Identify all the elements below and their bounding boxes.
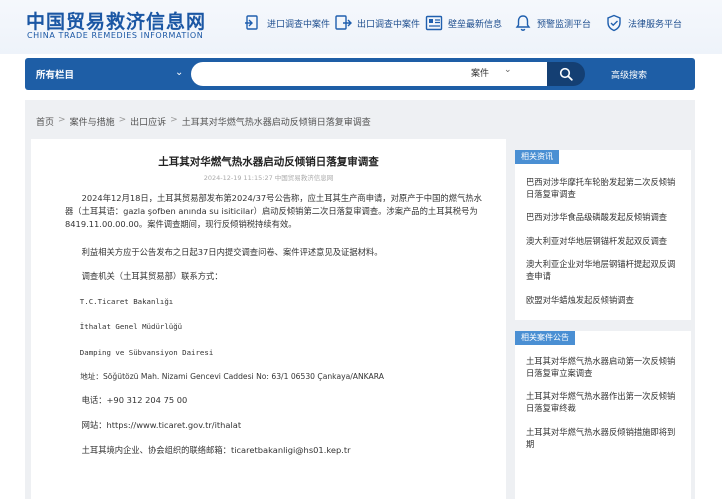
breadcrumb: 首页 > 案件与措施 > 出口应诉 > 土耳其对华燃气热水器启动反倾销日落复审调… [36,115,371,128]
chevron-down-icon[interactable]: ⌄ [175,67,183,78]
breadcrumb-current: 土耳其对华燃气热水器启动反倾销日落复审调查 [181,118,371,128]
site-logo-subtitle: CHINA TRADE REMEDIES INFORMATION [27,31,204,40]
nav-barrier-news[interactable]: 壁垒最新信息 [425,12,502,34]
article-paragraph: 土耳其境内企业、协会组织的联络邮箱：ticaretbakanligi@hs01.… [81,445,351,455]
breadcrumb-separator: > [118,115,127,125]
search-type-select[interactable]: 案件 [471,66,489,79]
search-bar: 所有栏目 ⌄ 案件 ⌄ 高级搜索 [25,58,695,90]
search-box: 案件 ⌄ [191,62,547,86]
nav-export-cases[interactable]: 出口调查中案件 [334,12,420,34]
column-filter[interactable]: 所有栏目 [36,67,74,81]
breadcrumb-separator: > [58,115,66,125]
shield-check-icon [605,14,623,32]
article-paragraph: 网站：https://www.ticaret.gov.tr/ithalat [81,420,242,430]
related-news-heading: 相关资讯 [515,150,559,164]
breadcrumb-cases[interactable]: 案件与措施 [70,115,115,128]
nav-import-cases[interactable]: 进口调查中案件 [244,12,330,34]
related-news-item[interactable]: 巴西对涉华食品级磷酸发起反倾销调查 [526,211,682,223]
search-input[interactable] [203,65,453,83]
breadcrumb-export-response[interactable]: 出口应诉 [130,115,166,128]
breadcrumb-home[interactable]: 首页 [36,115,54,128]
related-case-item[interactable]: 土耳其对华燃气热水器作出第一次反倾销日落复审终裁 [526,390,682,414]
related-cases-panel: 相关案件公告 土耳其对华燃气热水器启动第一次反倾销日落复审立案调查 土耳其对华燃… [515,331,691,499]
article-paragraph: T.C.Ticaret Bakanlığı [79,297,174,306]
article-panel: 土耳其对华燃气热水器启动反倾销日落复审调查 2024-12-19 11:15:2… [31,139,506,499]
related-news-item[interactable]: 欧盟对华蜡烛发起反倾销调查 [526,294,682,306]
nav-warning-platform-label: 预警监测平台 [537,19,592,30]
nav-import-cases-label: 进口调查中案件 [267,19,331,30]
site-header: 中国贸易救济信息网 CHINA TRADE REMEDIES INFORMATI… [0,0,722,54]
news-board-icon [425,14,443,32]
related-case-item[interactable]: 土耳其对华燃气热水器反倾销措施即将到期 [526,426,682,450]
site-logo[interactable]: 中国贸易救济信息网 [26,7,206,34]
nav-barrier-news-label: 壁垒最新信息 [448,19,503,30]
related-case-item[interactable]: 土耳其对华燃气热水器启动第一次反倾销日落复审立案调查 [526,355,682,379]
chevron-down-icon[interactable]: ⌄ [504,65,512,75]
article-paragraph: 调查机关（土耳其贸易部）联系方式： [81,271,223,281]
related-cases-heading: 相关案件公告 [515,331,575,345]
search-button[interactable] [547,62,585,86]
bell-icon [514,14,532,32]
article-paragraph: Damping ve Sübvansiyon Dairesi [79,348,214,357]
related-news-item[interactable]: 巴西对涉华摩托车轮胎发起第二次反倾销日落复审调查 [526,176,682,200]
article-title: 土耳其对华燃气热水器启动反倾销日落复审调查 [158,156,379,168]
related-news-item[interactable]: 澳大利亚企业对华地层钢锚杆提起双反调查申请 [526,258,682,282]
breadcrumb-separator: > [170,115,178,125]
nav-legal-services-label: 法律服务平台 [628,19,683,30]
article-paragraph: 2024年12月18日，土耳其贸易部发布第2024/37号公告称，应土耳其生产商… [65,193,482,229]
nav-legal-services[interactable]: 法律服务平台 [605,12,682,34]
article-meta: 2024-12-19 11:15:27 中国贸易救济信息网 [203,174,334,182]
article-paragraph: İthalat Genel Müdürlüğü [79,322,183,331]
nav-warning-platform[interactable]: 预警监测平台 [514,12,591,34]
nav-export-cases-label: 出口调查中案件 [357,19,421,30]
advanced-search-link[interactable]: 高级搜索 [611,68,647,81]
related-news-item[interactable]: 澳大利亚对华地层钢锚杆发起双反调查 [526,235,682,247]
import-document-icon [244,14,262,32]
export-document-icon [334,14,352,32]
article-paragraph: 利益相关方应于公告发布之日起37日内提交调查问卷、案件评述意见及证据材料。 [81,247,383,257]
search-icon [559,67,573,81]
article-paragraph: 电话：+90 312 204 75 00 [81,395,188,405]
article-paragraph: 地址：Söğütözü Mah. Nizami Gencevi Caddesi … [80,372,384,381]
related-news-panel: 相关资讯 巴西对涉华摩托车轮胎发起第二次反倾销日落复审调查 巴西对涉华食品级磷酸… [515,150,691,320]
